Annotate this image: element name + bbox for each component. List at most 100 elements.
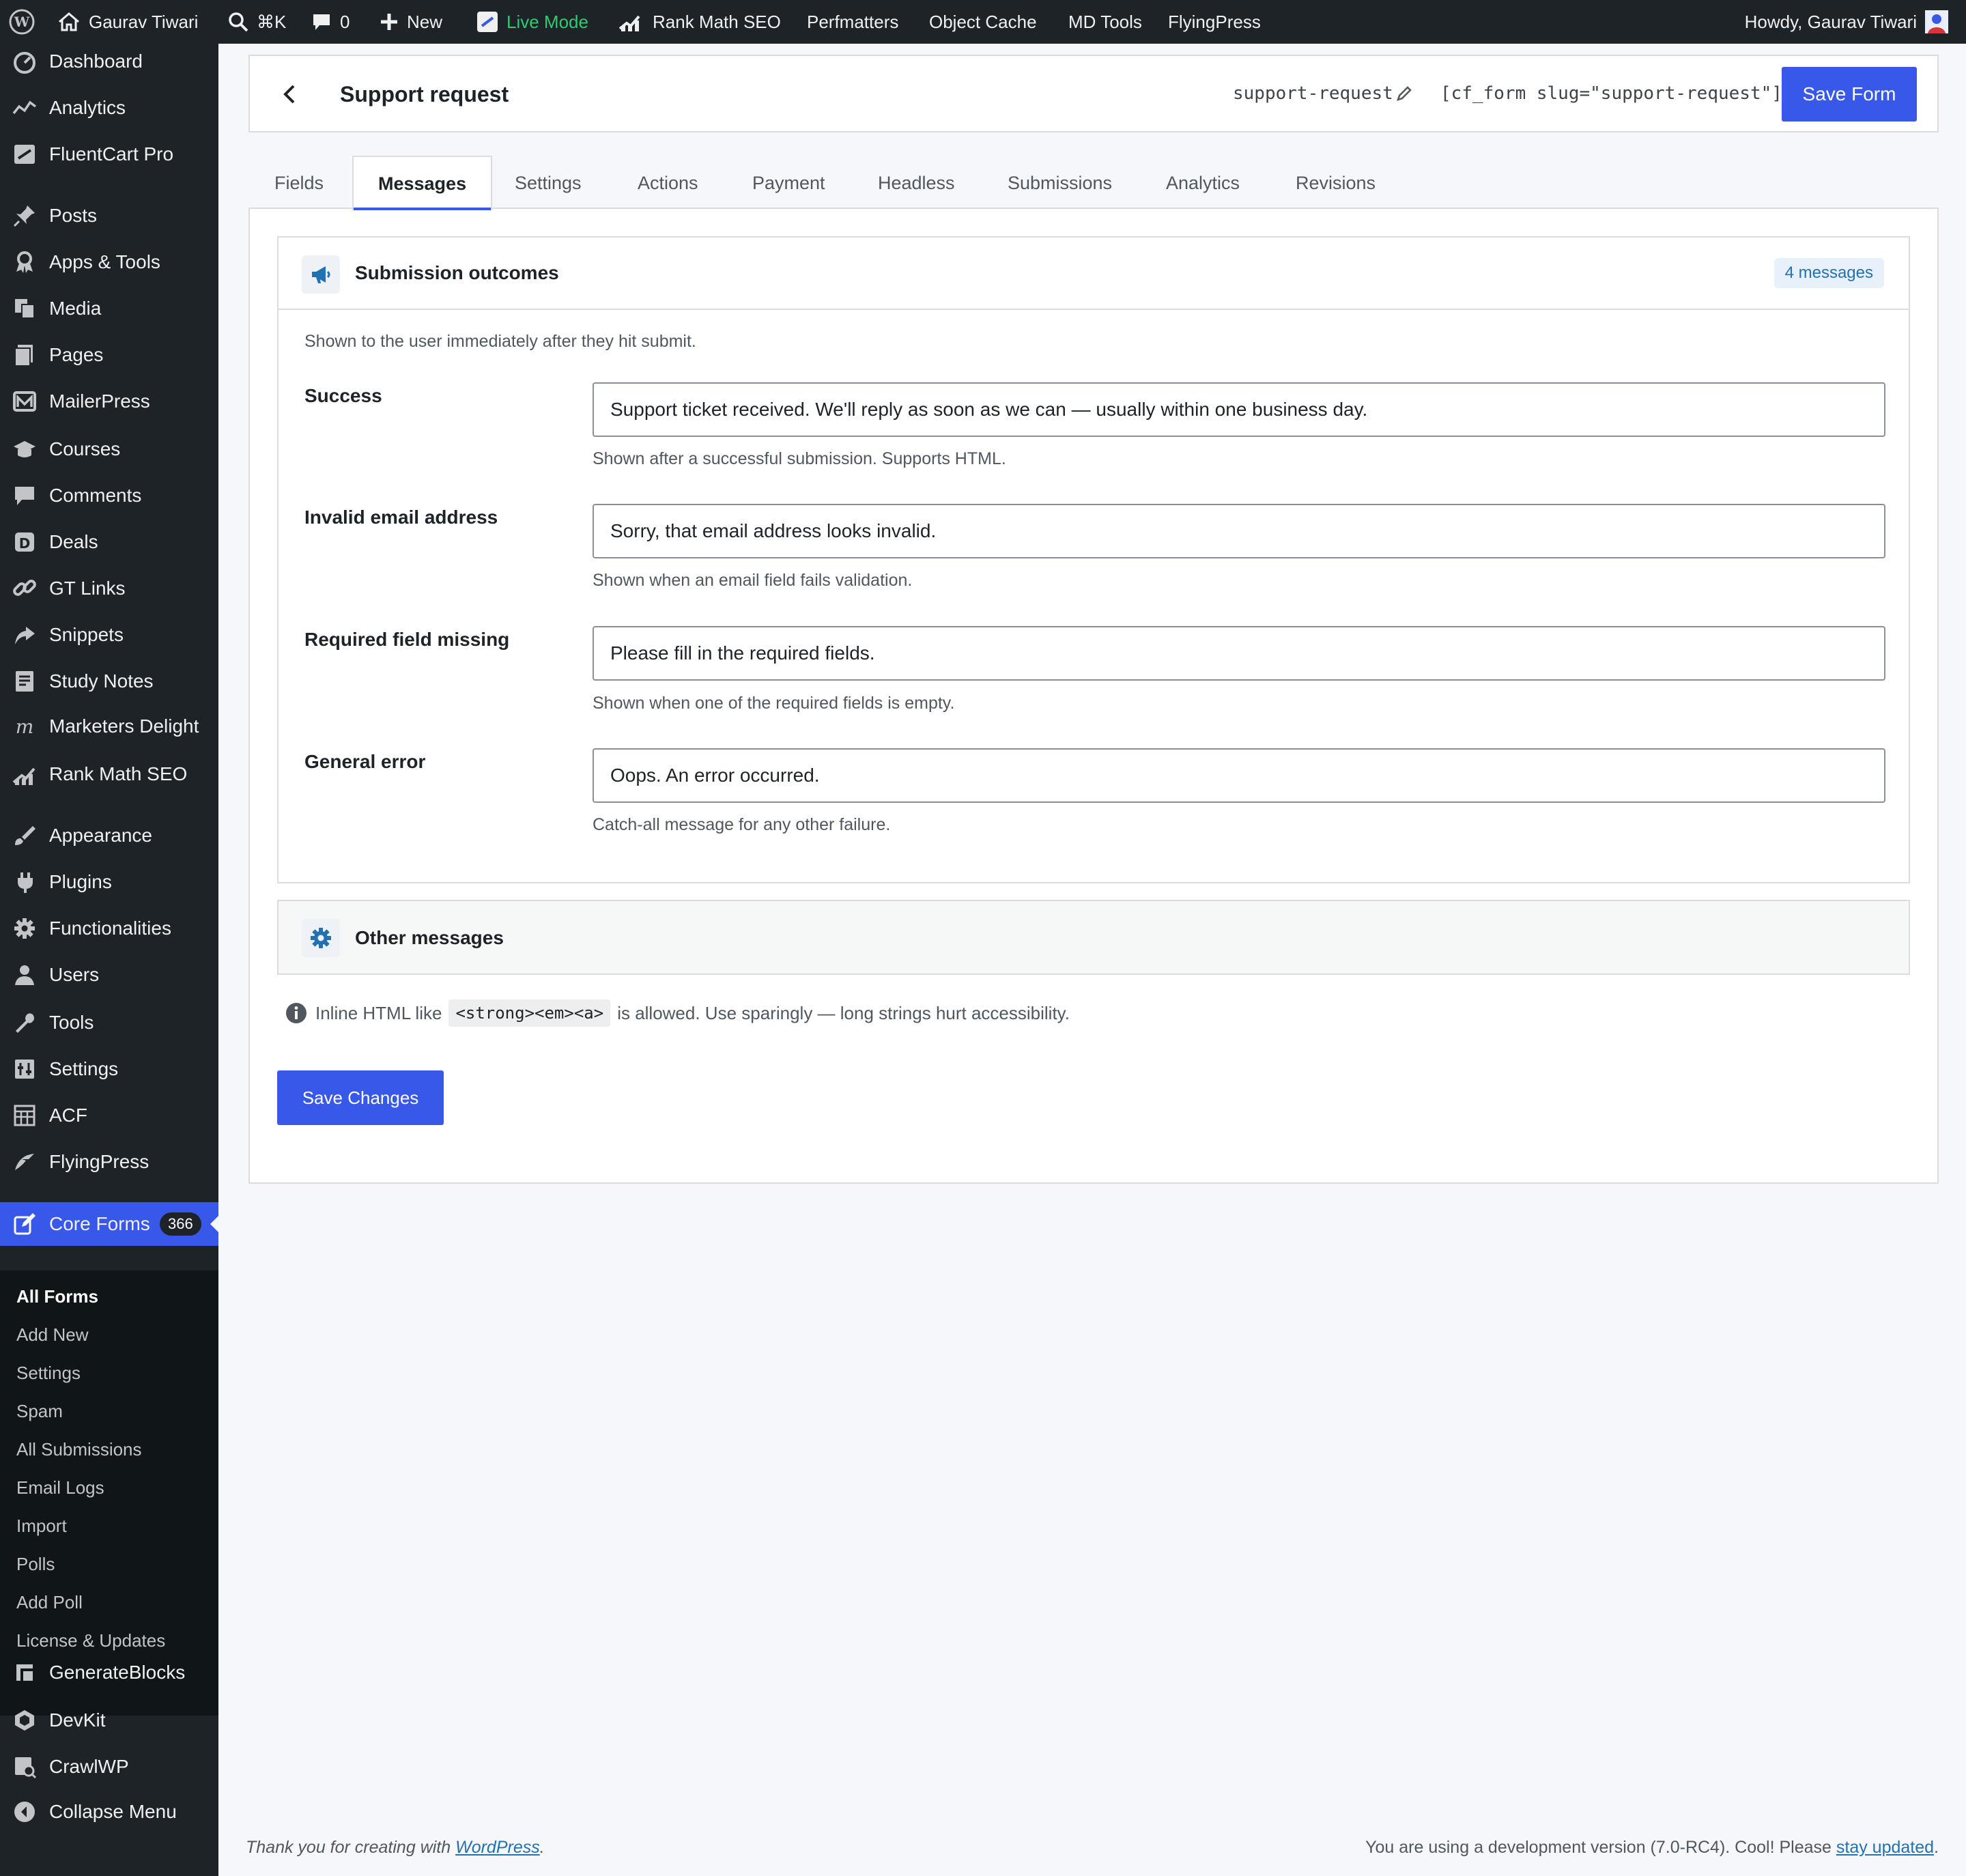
submenu-all-submissions[interactable]: All Submissions	[16, 1430, 142, 1468]
submenu-settings[interactable]: Settings	[16, 1354, 81, 1392]
search-shortcut[interactable]: ⌘K	[228, 0, 286, 44]
wrench-icon	[12, 1010, 37, 1035]
other-messages-section[interactable]: Other messages	[277, 900, 1910, 975]
sidebar-item-users[interactable]: Users	[0, 953, 218, 997]
submenu-add-poll[interactable]: Add Poll	[16, 1583, 83, 1621]
required-field-input[interactable]: Please fill in the required fields.	[593, 626, 1885, 681]
sidebar-item-devkit[interactable]: DevKit	[0, 1699, 218, 1742]
sidebar-item-crawlwp[interactable]: CrawlWP	[0, 1745, 218, 1789]
save-form-button[interactable]: Save Form	[1782, 67, 1917, 122]
sidebar-item-label: Analytics	[49, 97, 126, 118]
footer-version: You are using a development version (7.0…	[1365, 1838, 1939, 1858]
sidebar-item-study-notes[interactable]: Study Notes	[0, 659, 218, 703]
sidebar-item-settings[interactable]: Settings	[0, 1047, 218, 1091]
tab-fields[interactable]: Fields	[274, 156, 324, 210]
wordpress-logo-icon[interactable]: W	[8, 0, 44, 44]
gear-icon	[302, 919, 340, 957]
sidebar-item-media[interactable]: Media	[0, 287, 218, 330]
sidebar-item-label: Rank Math SEO	[49, 763, 188, 784]
howdy-label: Howdy, Gaurav Tiwari	[1744, 11, 1917, 32]
tab-headless[interactable]: Headless	[878, 156, 955, 210]
submenu-add-new[interactable]: Add New	[16, 1316, 89, 1354]
submenu-spam[interactable]: Spam	[16, 1392, 63, 1430]
sidebar-item-gt-links[interactable]: GT Links	[0, 567, 218, 610]
deals-icon: D	[12, 530, 37, 554]
section-intro: Shown to the user immediately after they…	[304, 332, 696, 351]
rank-math-link[interactable]: Rank Math SEO	[618, 0, 781, 44]
sidebar-item-collapse-menu[interactable]: Collapse Menu	[0, 1790, 218, 1834]
perfmatters-link[interactable]: Perfmatters	[807, 0, 898, 44]
account-menu[interactable]: Howdy, Gaurav Tiwari	[1745, 0, 1956, 44]
flyingpress-link[interactable]: FlyingPress	[1168, 0, 1261, 44]
collapse-icon	[12, 1800, 37, 1824]
tab-analytics[interactable]: Analytics	[1166, 156, 1240, 210]
sidebar-item-core-forms[interactable]: Core Forms 366	[0, 1202, 218, 1246]
sidebar-item-analytics[interactable]: Analytics	[0, 86, 218, 130]
success-message-input[interactable]: Support ticket received. We'll reply as …	[593, 382, 1885, 437]
comments-link[interactable]: 0	[311, 0, 350, 44]
live-mode-link[interactable]: Live Mode	[476, 0, 588, 44]
tab-submissions[interactable]: Submissions	[1008, 156, 1112, 210]
sidebar-item-label: Apps & Tools	[49, 251, 160, 272]
sidebar-item-snippets[interactable]: Snippets	[0, 613, 218, 657]
crawlwp-icon	[12, 1754, 37, 1779]
general-error-input[interactable]: Oops. An error occurred.	[593, 748, 1885, 803]
sidebar-item-dashboard[interactable]: Dashboard	[0, 40, 218, 83]
sidebar-item-label: Functionalities	[49, 918, 171, 939]
sidebar-item-deals[interactable]: D Deals	[0, 520, 218, 564]
note-after: is allowed. Use sparingly — long strings…	[617, 1002, 1070, 1023]
sidebar-item-label: DevKit	[49, 1709, 106, 1731]
submenu-import[interactable]: Import	[16, 1507, 67, 1545]
admin-sidebar: All Forms Add New Settings Spam All Subm…	[0, 44, 218, 1876]
invalid-email-input[interactable]: Sorry, that email address looks invalid.	[593, 504, 1885, 558]
form-shortcode[interactable]: [cf_form slug="support-request"]	[1440, 83, 1782, 104]
sidebar-item-label: Collapse Menu	[49, 1801, 177, 1822]
mail-icon	[12, 389, 37, 414]
sidebar-item-label: Comments	[49, 485, 142, 506]
sidebar-item-generateblocks[interactable]: GenerateBlocks	[0, 1651, 218, 1694]
sidebar-item-rank-math-seo[interactable]: Rank Math SEO	[0, 752, 218, 796]
sidebar-item-acf[interactable]: ACF	[0, 1094, 218, 1137]
stay-updated-link[interactable]: stay updated	[1836, 1838, 1934, 1857]
comment-icon	[12, 483, 37, 508]
site-name-link[interactable]: Gaurav Tiwari	[57, 0, 198, 44]
tab-actions[interactable]: Actions	[638, 156, 698, 210]
tab-revisions[interactable]: Revisions	[1296, 156, 1376, 210]
new-content-link[interactable]: New	[380, 0, 442, 44]
note-before: Inline HTML like	[315, 1002, 442, 1023]
submenu-email-logs[interactable]: Email Logs	[16, 1468, 104, 1507]
sidebar-item-apps-tools[interactable]: Apps & Tools	[0, 240, 218, 284]
devkit-icon	[12, 1708, 37, 1733]
sidebar-item-fluentcart-pro[interactable]: FluentCart Pro	[0, 132, 218, 176]
sidebar-item-mailerpress[interactable]: MailerPress	[0, 380, 218, 423]
back-chevron-icon[interactable]	[279, 82, 303, 106]
courses-icon	[12, 437, 37, 461]
flyingpress-icon	[12, 1150, 37, 1174]
footer-thanks-end: .	[539, 1838, 545, 1857]
save-changes-button[interactable]: Save Changes	[277, 1070, 444, 1125]
section-header: Submission outcomes 4 messages	[279, 238, 1909, 310]
gear-icon	[12, 916, 37, 941]
md-tools-link[interactable]: MD Tools	[1068, 0, 1142, 44]
sidebar-item-label: Courses	[49, 438, 121, 459]
submenu-all-forms[interactable]: All Forms	[16, 1277, 98, 1316]
tab-messages[interactable]: Messages	[352, 156, 493, 210]
core-forms-submenu: All Forms Add New Settings Spam All Subm…	[0, 1270, 218, 1716]
sidebar-item-functionalities[interactable]: Functionalities	[0, 907, 218, 950]
tab-settings[interactable]: Settings	[515, 156, 582, 210]
flyingpress-label: FlyingPress	[1168, 11, 1261, 32]
sidebar-item-flyingpress[interactable]: FlyingPress	[0, 1140, 218, 1184]
sidebar-item-comments[interactable]: Comments	[0, 474, 218, 517]
submenu-polls[interactable]: Polls	[16, 1545, 55, 1583]
sidebar-item-tools[interactable]: Tools	[0, 1001, 218, 1044]
tab-payment[interactable]: Payment	[752, 156, 825, 210]
sidebar-item-plugins[interactable]: Plugins	[0, 860, 218, 904]
sidebar-item-courses[interactable]: Courses	[0, 427, 218, 471]
sidebar-item-posts[interactable]: Posts	[0, 194, 218, 238]
sidebar-item-pages[interactable]: Pages	[0, 333, 218, 377]
pencil-icon[interactable]	[1395, 85, 1413, 102]
object-cache-link[interactable]: Object Cache	[929, 0, 1037, 44]
sidebar-item-marketers-delight[interactable]: m Marketers Delight	[0, 705, 218, 748]
wordpress-link[interactable]: WordPress	[455, 1838, 540, 1857]
sidebar-item-appearance[interactable]: Appearance	[0, 814, 218, 857]
